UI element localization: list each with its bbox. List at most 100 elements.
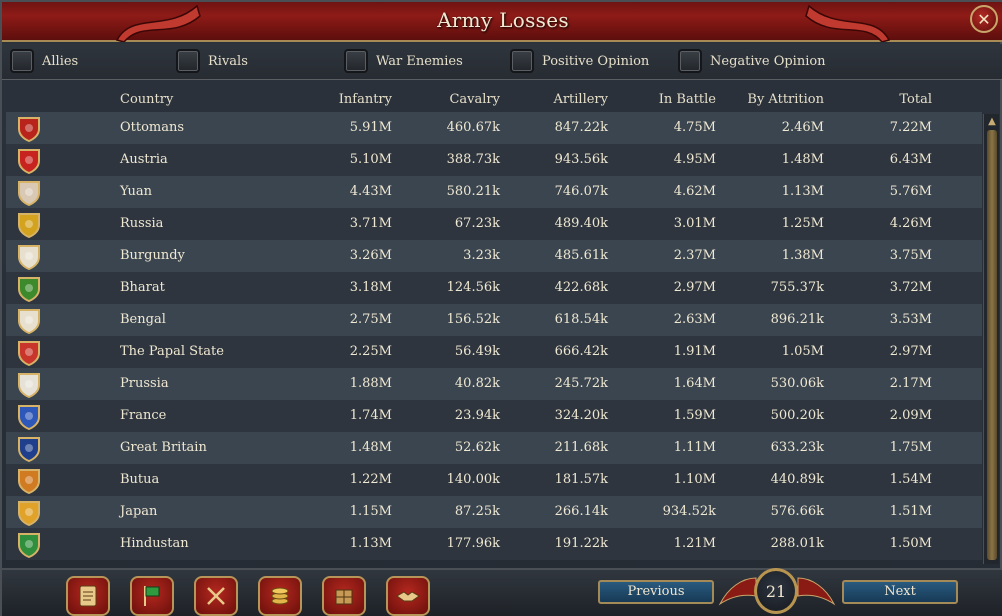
by-attrition-value: 896.21k	[770, 312, 824, 327]
infantry-value: 1.88M	[349, 376, 392, 391]
by-attrition-value: 1.05M	[781, 344, 824, 359]
bar-shield-icon[interactable]	[16, 148, 42, 174]
scroll-thumb[interactable]	[987, 130, 997, 560]
cavalry-value: 23.94k	[454, 408, 500, 423]
bottom-bar: Previous Next	[2, 568, 1002, 616]
crescent-green-shield-icon[interactable]	[16, 532, 42, 558]
crescent-shield-icon[interactable]	[16, 116, 42, 142]
circle-shield-icon[interactable]	[16, 180, 42, 206]
cavalry-value: 177.96k	[446, 536, 500, 551]
flag-icon	[144, 586, 160, 606]
artillery-value: 485.61k	[554, 248, 608, 263]
filter-war-enemies-checkbox[interactable]	[344, 49, 368, 73]
in-battle-value: 1.21M	[673, 536, 716, 551]
ledger-tab-button[interactable]	[66, 576, 110, 616]
army-losses-window: Army Losses ✕ Allies Rivals War Enemies …	[0, 0, 1002, 616]
trade-tab-button[interactable]	[322, 576, 366, 616]
total-value: 1.51M	[889, 504, 932, 519]
cavalry-value: 140.00k	[446, 472, 500, 487]
table-row[interactable]: Hindustan 1.13M 177.96k 191.22k 1.21M 288.01k…	[6, 528, 982, 560]
infantry-value: 3.26M	[349, 248, 392, 263]
table-row[interactable]: France 1.74M 23.94k 324.20k 1.59M 500.20k 2.09…	[6, 400, 982, 432]
filter-positive-opinion-checkbox[interactable]	[510, 49, 534, 73]
filter-allies-checkbox[interactable]	[10, 49, 34, 73]
table-row[interactable]: Bengal 2.75M 156.52k 618.54k 2.63M 896.21k 3.5…	[6, 304, 982, 336]
header-by-attrition[interactable]: By Attrition	[724, 92, 824, 107]
filter-positive-opinion-label: Positive Opinion	[542, 53, 650, 69]
in-battle-value: 2.37M	[673, 248, 716, 263]
cavalry-value: 56.49k	[454, 344, 500, 359]
header-in-battle[interactable]: In Battle	[616, 92, 716, 107]
header-artillery[interactable]: Artillery	[508, 92, 608, 107]
flower-shield-icon[interactable]	[16, 308, 42, 334]
header-country[interactable]: Country	[120, 92, 173, 107]
header-total[interactable]: Total	[832, 92, 932, 107]
document-icon	[79, 585, 97, 607]
table-row[interactable]: Burgundy 3.26M 3.23k 485.61k 2.37M 1.38M 3.75M	[6, 240, 982, 272]
fleur-shield-icon[interactable]	[16, 404, 42, 430]
filter-war-enemies[interactable]: War Enemies	[344, 48, 463, 74]
in-battle-value: 1.64M	[673, 376, 716, 391]
by-attrition-value: 1.25M	[781, 216, 824, 231]
in-battle-value: 2.97M	[673, 280, 716, 295]
table-row[interactable]: Japan 1.15M 87.25k 266.14k 934.52k 576.66k 1.5…	[6, 496, 982, 528]
in-battle-value: 1.91M	[673, 344, 716, 359]
in-battle-value: 4.62M	[673, 184, 716, 199]
close-icon[interactable]: ✕	[970, 5, 998, 33]
artillery-value: 324.20k	[554, 408, 608, 423]
by-attrition-value: 288.01k	[770, 536, 824, 551]
filter-negative-opinion-checkbox[interactable]	[678, 49, 702, 73]
title-bar: Army Losses ✕	[2, 2, 1002, 42]
emblem-shield-icon[interactable]	[16, 276, 42, 302]
filter-rivals-checkbox[interactable]	[176, 49, 200, 73]
scrollbar[interactable]: ▲	[983, 114, 999, 564]
cavalry-value: 580.21k	[446, 184, 500, 199]
flags-tab-button[interactable]	[130, 576, 174, 616]
union-shield-icon[interactable]	[16, 436, 42, 462]
table-row[interactable]: Ottomans 5.91M 460.67k 847.22k 4.75M 2.46M 7.2…	[6, 112, 982, 144]
table-row[interactable]: Bharat 3.18M 124.56k 422.68k 2.97M 755.37k 3.7…	[6, 272, 982, 304]
treasury-tab-button[interactable]	[258, 576, 302, 616]
infantry-value: 1.74M	[349, 408, 392, 423]
total-value: 5.76M	[889, 184, 932, 199]
filter-allies[interactable]: Allies	[10, 48, 78, 74]
table-row[interactable]: The Papal State 2.25M 56.49k 666.42k 1.91M 1.…	[6, 336, 982, 368]
filter-positive-opinion[interactable]: Positive Opinion	[510, 48, 649, 74]
header-infantry[interactable]: Infantry	[292, 92, 392, 107]
by-attrition-value: 1.13M	[781, 184, 824, 199]
filter-bar: Allies Rivals War Enemies Positive Opini…	[2, 44, 1002, 80]
total-value: 4.26M	[889, 216, 932, 231]
by-attrition-value: 530.06k	[770, 376, 824, 391]
artillery-value: 666.42k	[554, 344, 608, 359]
table-row[interactable]: Austria 5.10M 388.73k 943.56k 4.95M 1.48M 6.43…	[6, 144, 982, 176]
header-cavalry[interactable]: Cavalry	[400, 92, 500, 107]
scroll-up-icon[interactable]: ▲	[985, 116, 999, 128]
table-row[interactable]: Butua 1.22M 140.00k 181.57k 1.10M 440.89k 1.54…	[6, 464, 982, 496]
artillery-value: 489.40k	[554, 216, 608, 231]
previous-button[interactable]: Previous	[598, 580, 714, 604]
eagle-shield-icon[interactable]	[16, 212, 42, 238]
next-button[interactable]: Next	[842, 580, 958, 604]
filter-rivals[interactable]: Rivals	[176, 48, 248, 74]
artillery-value: 422.68k	[554, 280, 608, 295]
total-value: 2.17M	[889, 376, 932, 391]
filter-negative-opinion[interactable]: Negative Opinion	[678, 48, 826, 74]
saltire-shield-icon[interactable]	[16, 244, 42, 270]
country-name: France	[120, 408, 167, 423]
black-eagle-shield-icon[interactable]	[16, 372, 42, 398]
war-tab-button[interactable]	[194, 576, 238, 616]
country-name: Prussia	[120, 376, 169, 391]
table-row[interactable]: Russia 3.71M 67.23k 489.40k 3.01M 1.25M 4.26M	[6, 208, 982, 240]
lion-shield-icon[interactable]	[16, 468, 42, 494]
table-row[interactable]: Prussia 1.88M 40.82k 245.72k 1.64M 530.06k 2.1…	[6, 368, 982, 400]
diplomacy-tab-button[interactable]	[386, 576, 430, 616]
total-value: 1.50M	[889, 536, 932, 551]
table-row[interactable]: Great Britain 1.48M 52.62k 211.68k 1.11M 633.…	[6, 432, 982, 464]
mon-shield-icon[interactable]	[16, 500, 42, 526]
country-name: The Papal State	[120, 344, 224, 359]
keys-shield-icon[interactable]	[16, 340, 42, 366]
total-value: 3.53M	[889, 312, 932, 327]
table-row[interactable]: Yuan 4.43M 580.21k 746.07k 4.62M 1.13M 5.76M	[6, 176, 982, 208]
infantry-value: 3.18M	[349, 280, 392, 295]
artillery-value: 847.22k	[554, 120, 608, 135]
